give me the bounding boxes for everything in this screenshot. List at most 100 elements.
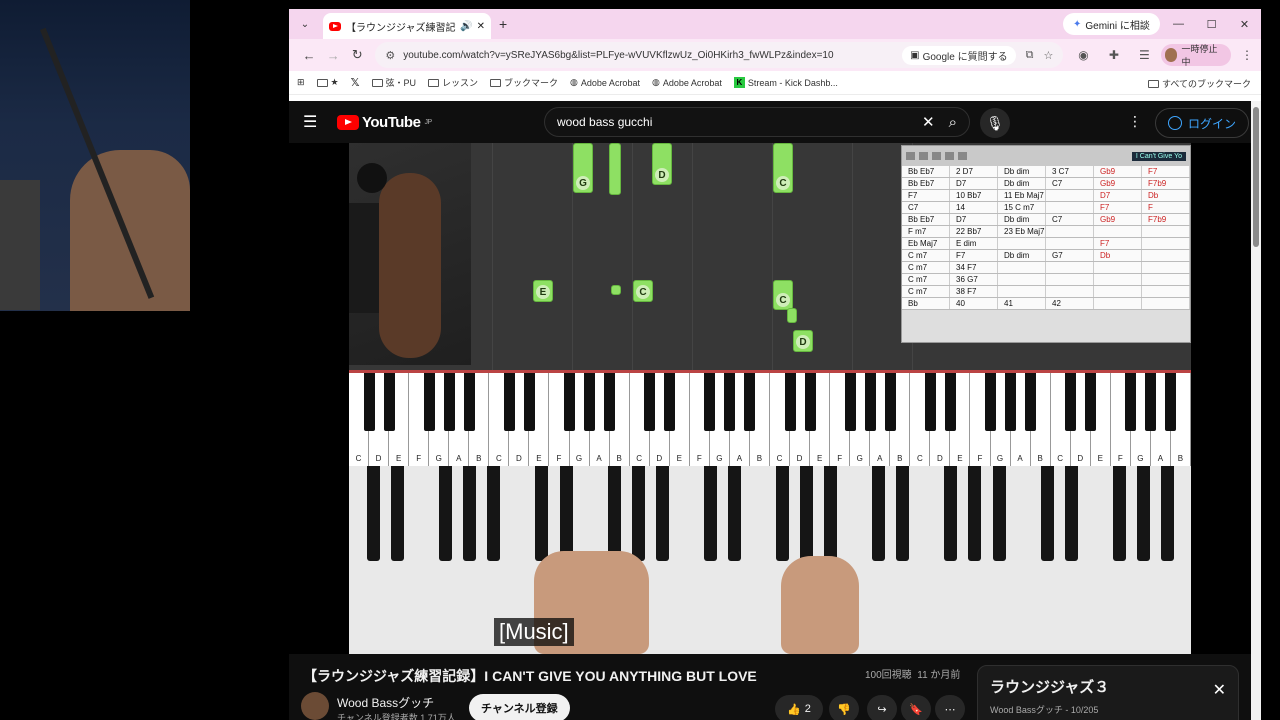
search-query: wood bass gucchi <box>557 115 653 129</box>
login-button[interactable]: ログイン <box>1155 108 1250 138</box>
site-info-icon[interactable]: ⚙ <box>385 49 395 62</box>
bassist-video-inset <box>349 143 471 365</box>
chord-cell <box>1094 298 1142 309</box>
black-key <box>944 373 956 431</box>
bookmark-folder-3[interactable]: ブックマーク <box>490 76 558 89</box>
toolbar-button-icon <box>919 152 928 160</box>
dislike-button[interactable]: 👎 <box>829 695 859 720</box>
subscribe-button[interactable]: チャンネル登録 <box>469 694 570 720</box>
chord-cell: Db <box>1094 250 1142 261</box>
piano-black-key <box>391 466 405 561</box>
bookmark-star-folder[interactable]: ★ <box>316 77 339 88</box>
new-tab-icon[interactable]: + <box>499 16 507 32</box>
browser-window: ⌄ 【ラウンジジャズ練習記録】I CA 🔊 ✕ + ✦ Gemini に相談 —… <box>289 9 1261 720</box>
channel-avatar[interactable] <box>301 692 329 720</box>
tab-search-icon[interactable]: ⌄ <box>295 14 315 34</box>
profile-chip[interactable]: 一時停止中 <box>1160 44 1231 67</box>
bookmark-star-icon[interactable]: ☆ <box>1043 49 1053 62</box>
black-key <box>784 373 796 431</box>
settings-dots-icon[interactable]: ⋮ <box>1128 113 1142 130</box>
bookmark-acrobat-2[interactable]: ◍ Adobe Acrobat <box>652 77 722 88</box>
upload-age: 11 か月前 <box>917 670 961 681</box>
black-key <box>664 373 676 431</box>
black-key <box>503 373 515 431</box>
reload-icon[interactable]: ↻ <box>345 47 369 63</box>
more-actions-button[interactable]: ⋯ <box>935 695 965 720</box>
right-hand-image <box>781 556 859 654</box>
tab-youtube[interactable]: 【ラウンジジャズ練習記録】I CA 🔊 ✕ <box>323 13 491 39</box>
black-key <box>1025 373 1037 431</box>
back-arrow-icon[interactable]: ← <box>297 48 321 63</box>
clear-search-icon[interactable]: ✕ <box>922 113 935 131</box>
black-key <box>1125 373 1137 431</box>
microphone-icon[interactable]: 🎙 <box>980 108 1010 138</box>
logo-region: JP <box>424 118 432 126</box>
black-key <box>864 373 876 431</box>
youtube-logo-text: YouTube <box>362 113 421 131</box>
piano-black-key <box>800 466 814 561</box>
bookmark-label: Adobe Acrobat <box>580 77 640 88</box>
search-icon[interactable]: ⌕ <box>949 114 957 131</box>
real-piano-hands <box>349 466 1191 654</box>
bookmark-kick[interactable]: K Stream - Kick Dashb... <box>733 77 838 88</box>
maximize-icon[interactable]: ☐ <box>1195 9 1228 39</box>
guitar-image <box>0 180 40 310</box>
channel-name[interactable]: Wood Bassグッチ <box>337 694 434 711</box>
chord-cell: F7 <box>902 190 950 201</box>
omnibox[interactable]: ⚙ youtube.com/watch?v=ySReJYAS6bg&list=P… <box>375 42 1064 68</box>
chord-cell: F7 <box>950 250 998 261</box>
piano-black-key <box>944 466 958 561</box>
playlist-title[interactable]: ラウンジジャズ３ <box>990 676 1226 697</box>
chord-cell: F7 <box>1094 202 1142 213</box>
playlist-panel: ラウンジジャズ３ Wood Bassグッチ - 10/205 ✕ <box>977 665 1239 720</box>
like-button[interactable]: 👍 2 <box>775 695 823 720</box>
chord-cell: F7b9 <box>1142 178 1190 189</box>
chord-cell <box>1046 226 1094 237</box>
share-button[interactable]: ↪ <box>867 695 897 720</box>
bookmark-folder-1[interactable]: 弦・PU <box>371 76 416 89</box>
all-bookmarks[interactable]: すべてのブックマーク <box>1147 77 1251 90</box>
playlist-subtitle: Wood Bassグッチ - 10/205 <box>990 705 1099 715</box>
black-key <box>443 373 455 431</box>
piano-roll: G D C E C C D I Can't Give Yo Bb Eb7 2 D… <box>349 143 1191 370</box>
bookmark-x[interactable]: 𝕏 <box>351 76 360 89</box>
hamburger-menu-icon[interactable]: ☰ <box>303 112 325 132</box>
chord-cell <box>998 238 1046 249</box>
toolbar-button-icon <box>932 152 941 160</box>
falling-note <box>787 308 797 323</box>
player-head <box>357 163 387 193</box>
browser-menu-icon[interactable]: ⋮ <box>1241 48 1253 62</box>
scrollbar-thumb[interactable] <box>1253 107 1259 247</box>
minimize-icon[interactable]: — <box>1162 9 1195 39</box>
page-scrollbar[interactable] <box>1251 101 1261 720</box>
close-tab-icon[interactable]: ✕ <box>477 21 485 32</box>
record-icon[interactable]: ◉ <box>1073 48 1093 62</box>
note-label: C <box>776 293 790 307</box>
close-window-icon[interactable]: ✕ <box>1228 9 1261 39</box>
forward-arrow-icon[interactable]: → <box>321 48 345 63</box>
piano-black-key <box>824 466 838 561</box>
search-input[interactable]: wood bass gucchi ✕ ⌕ <box>544 107 970 137</box>
video-player[interactable]: G D C E C C D I Can't Give Yo Bb Eb7 2 D… <box>289 143 1251 654</box>
chord-cell: 38 F7 <box>950 286 998 297</box>
gemini-button[interactable]: ✦ Gemini に相談 <box>1063 13 1160 35</box>
bookmark-acrobat-1[interactable]: ◍ Adobe Acrobat <box>570 77 640 88</box>
profile-avatar <box>1164 48 1178 62</box>
apps-grid-icon[interactable]: ⊞ <box>297 77 305 88</box>
extensions-icon[interactable]: ✚ <box>1104 48 1124 62</box>
save-button[interactable]: 🔖 <box>901 695 931 720</box>
login-label: ログイン <box>1188 116 1237 131</box>
chord-cell <box>1046 286 1094 297</box>
youtube-logo[interactable]: YouTube JP <box>337 114 432 131</box>
chord-row: F m7 22 Bb7 23 Eb Maj7 <box>902 226 1190 238</box>
google-ask-button[interactable]: ▣ Google に質問する <box>902 45 1016 65</box>
lens-icon: ▣ <box>910 49 920 61</box>
media-queue-icon[interactable]: ☰ <box>1134 48 1154 62</box>
chord-cell: F7b9 <box>1142 214 1190 225</box>
install-icon[interactable]: ⧉ <box>1026 49 1034 62</box>
speaker-icon[interactable]: 🔊 <box>460 21 472 32</box>
bookmark-folder-2[interactable]: レッスン <box>428 76 478 89</box>
chord-cell: D7 <box>950 178 998 189</box>
close-playlist-icon[interactable]: ✕ <box>1213 680 1226 700</box>
black-key <box>423 373 435 431</box>
